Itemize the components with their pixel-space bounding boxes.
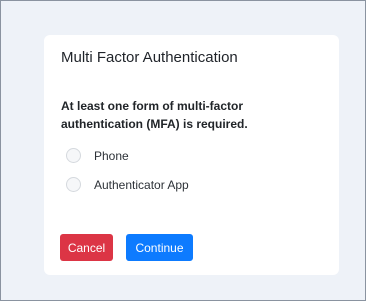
authenticator-app-radio[interactable]: [66, 177, 81, 192]
dialog-description: At least one form of multi-factor authen…: [61, 99, 248, 131]
option-authenticator-app[interactable]: Authenticator App: [66, 177, 189, 192]
cancel-button[interactable]: Cancel: [60, 234, 113, 261]
continue-button[interactable]: Continue: [126, 234, 193, 261]
option-phone[interactable]: Phone: [66, 148, 129, 163]
mfa-dialog: Multi Factor Authentication At least one…: [44, 35, 339, 275]
phone-radio[interactable]: [66, 148, 81, 163]
option-phone-label: Phone: [94, 148, 129, 163]
option-authenticator-app-label: Authenticator App: [94, 177, 189, 192]
dialog-title: Multi Factor Authentication: [61, 49, 238, 66]
